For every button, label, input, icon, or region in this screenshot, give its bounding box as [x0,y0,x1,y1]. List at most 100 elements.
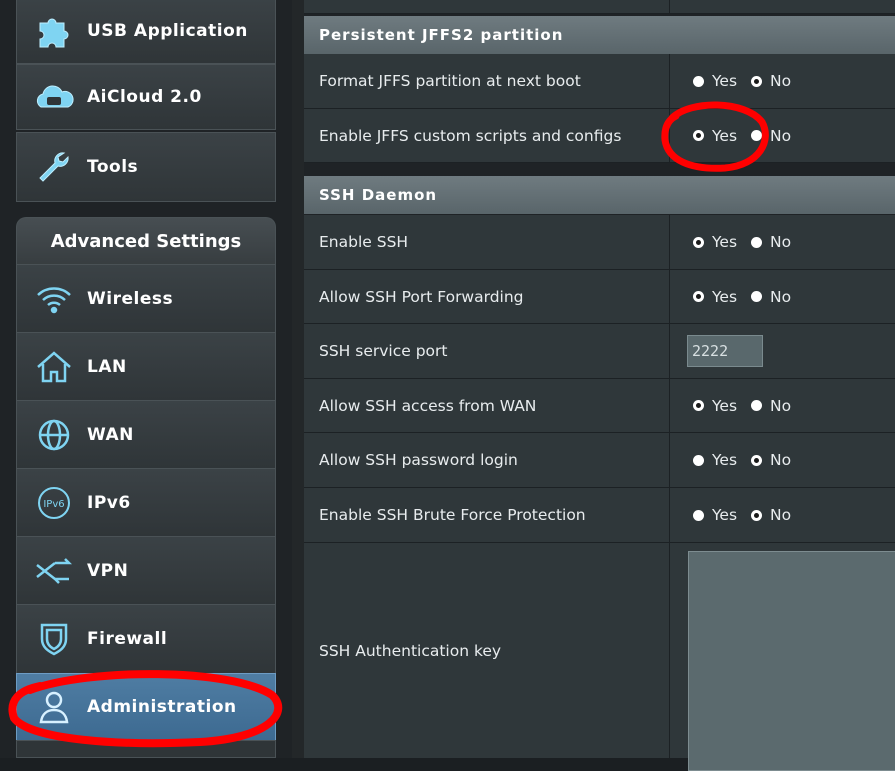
menu-label: VPN [87,560,129,581]
radio-no[interactable]: No [751,72,791,90]
radio-group: Yes No [671,433,895,487]
radio-group: Yes No [671,109,895,162]
radio-button[interactable] [751,236,763,248]
radio-no[interactable]: No [751,397,791,415]
menu-label: WAN [87,424,134,445]
radio-button[interactable] [751,130,763,141]
ssh-auth-key-textarea[interactable] [688,551,895,771]
menu-item-administration[interactable]: Administration [16,673,276,741]
radio-yes[interactable]: Yes [693,72,737,90]
ssh-section-header: SSH Daemon [304,176,895,214]
divider [292,0,304,758]
radio-button[interactable] [751,75,763,87]
home-icon [25,333,83,400]
menu-label: AiCloud 2.0 [87,87,202,107]
menu-item-wan[interactable]: WAN [16,400,276,469]
radio-label: Yes [712,72,738,90]
menu-item-partial [16,740,276,758]
cloud-icon [25,65,83,129]
radio-group: Yes No [671,379,895,432]
radio-label: No [770,233,792,251]
radio-yes[interactable]: Yes [693,451,737,469]
radio-yes[interactable]: Yes [693,506,737,524]
menu-label: LAN [87,356,127,377]
setting-row-format-jffs: Format JFFS partition at next boot Yes N… [304,54,895,109]
setting-row-ssh-port-forwarding: Allow SSH Port Forwarding Yes No [304,270,895,324]
radio-label: Yes [712,396,738,415]
user-icon [25,674,83,740]
menu-item-vpn[interactable]: VPN [16,536,276,605]
setting-label: Enable SSH [304,215,670,269]
setting-label: SSH service port [304,324,670,378]
menu-label: Administration [87,697,237,717]
setting-label: Format JFFS partition at next boot [304,54,670,108]
menu-label: USB Application [87,21,248,41]
setting-row-ssh-auth-key: SSH Authentication key [304,543,895,771]
radio-button[interactable] [751,400,763,411]
svg-text:IPv6: IPv6 [43,499,64,510]
port-value-cell: 2222 [671,324,895,378]
menu-item-usb-application[interactable]: USB Application [16,0,276,64]
ssh-port-input[interactable]: 2222 [687,335,763,367]
radio-button[interactable] [751,454,763,466]
radio-yes[interactable]: Yes [693,288,737,306]
wifi-icon [25,265,83,332]
radio-button[interactable] [693,291,704,302]
menu-item-firewall[interactable]: Firewall [16,604,276,674]
setting-label: Allow SSH access from WAN [304,379,670,432]
menu-label: Firewall [87,629,168,649]
menu-item-ipv6[interactable]: IPv6 IPv6 [16,468,276,537]
radio-group: Yes No [671,488,895,542]
wrench-icon [25,133,83,201]
setting-row-ssh-port: SSH service port 2222 [304,324,895,379]
setting-label: Allow SSH password login [304,433,670,487]
setting-row-ssh-wan-access: Allow SSH access from WAN Yes No [304,379,895,433]
puzzle-icon [25,0,83,63]
setting-label: SSH Authentication key [304,543,670,758]
menu-item-tools[interactable]: Tools [16,132,276,202]
radio-group: Yes No [671,215,895,269]
radio-group: Yes No [671,54,895,108]
shield-icon [25,605,83,673]
ipv6-icon: IPv6 [25,469,83,536]
setting-row-ssh-password-login: Allow SSH password login Yes No [304,433,895,488]
radio-label: No [770,287,792,306]
radio-button[interactable] [693,75,704,87]
radio-button[interactable] [693,454,704,466]
sidebar-menu: USB Application AiCloud 2.0 Tools Advanc… [0,0,292,758]
radio-label: Yes [712,506,738,524]
radio-label: No [770,126,792,145]
radio-button[interactable] [693,400,704,411]
radio-label: Yes [712,451,738,469]
setting-label: Enable JFFS custom scripts and configs [304,109,670,162]
partial-row-label [304,0,670,13]
radio-button[interactable] [751,509,763,521]
advanced-settings-header: Advanced Settings [16,217,276,265]
jffs-section-header: Persistent JFFS2 partition [304,16,895,54]
radio-label: No [770,72,792,90]
settings-panel: Persistent JFFS2 partition Format JFFS p… [304,0,895,771]
radio-button[interactable] [693,130,704,141]
radio-button[interactable] [751,291,763,302]
radio-label: No [770,451,792,469]
radio-yes[interactable]: Yes [693,233,737,251]
globe-icon [25,401,83,468]
menu-item-lan[interactable]: LAN [16,332,276,401]
radio-yes[interactable]: Yes [693,397,737,415]
menu-label: Tools [87,157,139,177]
radio-no[interactable]: No [751,506,791,524]
vpn-icon [25,537,83,604]
radio-no[interactable]: No [751,233,791,251]
radio-button[interactable] [693,509,704,521]
radio-button[interactable] [693,236,704,248]
menu-item-aicloud[interactable]: AiCloud 2.0 [16,64,276,130]
menu-item-wireless[interactable]: Wireless [16,264,276,333]
radio-group: Yes No [671,270,895,323]
setting-label: Allow SSH Port Forwarding [304,270,670,323]
radio-yes[interactable]: Yes [693,127,737,145]
partial-row [304,0,895,14]
radio-label: Yes [712,126,738,145]
radio-no[interactable]: No [751,127,791,145]
radio-no[interactable]: No [751,288,791,306]
radio-no[interactable]: No [751,451,791,469]
